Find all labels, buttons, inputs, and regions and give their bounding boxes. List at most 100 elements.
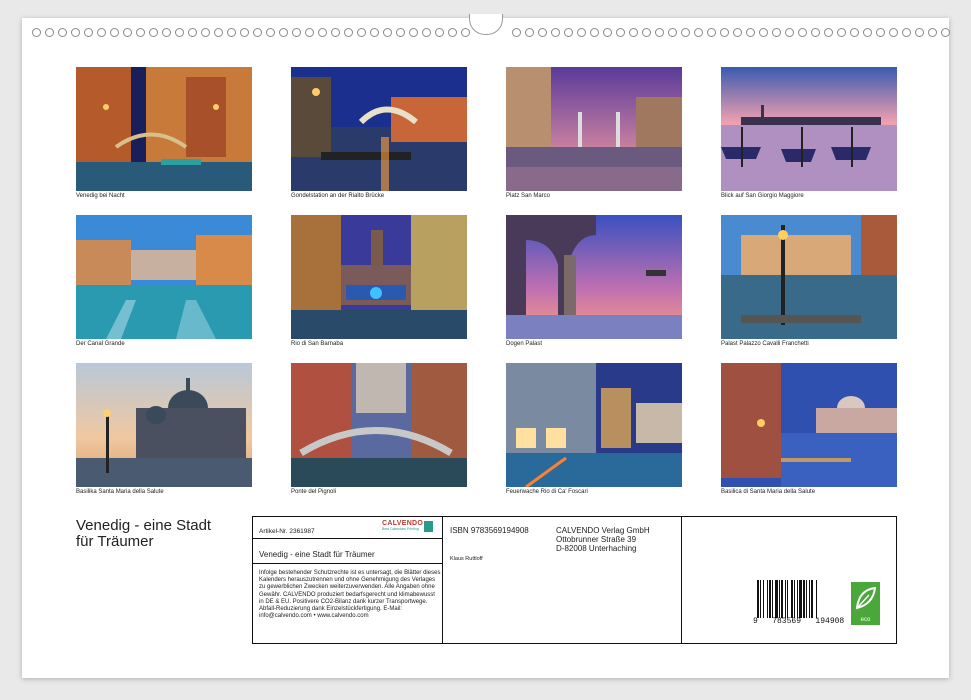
binding-hole <box>681 28 690 37</box>
binding-hole <box>785 28 794 37</box>
binding-hole <box>668 28 677 37</box>
binding-hole <box>84 28 93 37</box>
barcode-bar <box>797 580 798 618</box>
binding-hole <box>318 28 327 37</box>
binding-hole <box>383 28 392 37</box>
binding-hole <box>149 28 158 37</box>
binding-hole <box>824 28 833 37</box>
caption: Rio di San Barnaba <box>291 341 344 347</box>
barcode-bar <box>811 580 813 618</box>
binding-hole <box>538 28 547 37</box>
binding-hole <box>331 28 340 37</box>
binding-hole <box>707 28 716 37</box>
barcode-bar <box>779 580 780 618</box>
binding-hole <box>32 28 41 37</box>
calvendo-logo: CALVENDO Best Calendars Printing <box>382 520 433 532</box>
barcode-bar <box>781 580 783 618</box>
barcode-bar <box>760 580 761 618</box>
barcode-bar <box>803 580 805 618</box>
binding-hole <box>162 28 171 37</box>
barcode-bar <box>775 580 778 618</box>
binding-hole <box>928 28 937 37</box>
barcode-bar <box>787 580 788 618</box>
title-line-1: Venedig - eine Stadt <box>76 517 212 534</box>
caption: Gondelstation an der Rialto Brücke <box>291 193 385 199</box>
binding-hole <box>227 28 236 37</box>
binding-hole <box>97 28 106 37</box>
binding-hole <box>720 28 729 37</box>
binding-hole <box>396 28 405 37</box>
binding-hole <box>357 28 366 37</box>
binding-hole <box>863 28 872 37</box>
binding-hole <box>45 28 54 37</box>
binding-hole <box>279 28 288 37</box>
barcode-bar <box>772 580 773 618</box>
binding-hole <box>512 28 521 37</box>
photo-san-giorgio-maggiore <box>721 67 897 191</box>
caption: Blick auf San Giorgio Maggiore <box>721 193 804 199</box>
binding-hole <box>694 28 703 37</box>
binding-hole <box>435 28 444 37</box>
binding-hole <box>590 28 599 37</box>
binding-hole <box>629 28 638 37</box>
binding-hole <box>577 28 586 37</box>
brand-sub: Best Calendars Printing <box>382 527 419 531</box>
binding-hole <box>461 28 470 37</box>
binding-hole <box>292 28 301 37</box>
photo-feuerwache-ca-foscari <box>506 363 682 487</box>
photo-canal-grande <box>76 215 252 339</box>
barcode-bar <box>791 580 793 618</box>
caption: Palast Palazzo Cavalli Franchetti <box>721 341 809 347</box>
divider <box>252 538 442 539</box>
brand-name: CALVENDO <box>382 520 424 527</box>
binding-hole <box>58 28 67 37</box>
divider <box>252 563 442 564</box>
article-number: Artikel-Nr. 2361987 <box>259 528 315 535</box>
leaf-icon <box>855 586 877 610</box>
barcode-bar <box>816 580 817 618</box>
divider <box>442 516 443 643</box>
binding-hole <box>733 28 742 37</box>
binding-hole <box>175 28 184 37</box>
binding-hole <box>642 28 651 37</box>
photo-dogen-palast <box>506 215 682 339</box>
binding-hole <box>746 28 755 37</box>
barcode-bar <box>785 580 786 618</box>
photo-basilica-salute-canal <box>721 363 897 487</box>
barcode-bar <box>757 580 759 618</box>
binding-hole <box>603 28 612 37</box>
binding-hole <box>655 28 664 37</box>
barcode-bar <box>794 580 795 618</box>
binding-hole <box>772 28 781 37</box>
photo-ponte-del-pignoli <box>291 363 467 487</box>
binding-hole <box>564 28 573 37</box>
logo-mark-icon <box>424 521 433 532</box>
divider <box>681 516 682 643</box>
photo-palazzo-cavalli-franchetti <box>721 215 897 339</box>
binding-hole <box>240 28 249 37</box>
caption: Feuerwache Rio di Ca' Foscari <box>506 489 588 495</box>
binding-hole <box>889 28 898 37</box>
binding-hole <box>71 28 80 37</box>
calendar-title: Venedig - eine Stadt für Träumer <box>76 518 211 550</box>
barcode-bars <box>757 580 817 618</box>
binding-hole <box>616 28 625 37</box>
isbn: ISBN 9783569194908 <box>450 526 529 535</box>
binding-hole <box>798 28 807 37</box>
legal-text: Infolge bestehender Schutzrechte ist es … <box>259 570 441 620</box>
binding-hole <box>915 28 924 37</box>
binding-hole <box>876 28 885 37</box>
caption: Platz San Marco <box>506 193 551 199</box>
binding-hole <box>188 28 197 37</box>
barcode-bar <box>799 580 802 618</box>
binding-hole <box>837 28 846 37</box>
title-line-2: für Träumer <box>76 533 154 550</box>
binding-hole <box>941 28 950 37</box>
publisher-street: Ottobrunner Straße 39 <box>556 535 637 544</box>
binding-hole <box>344 28 353 37</box>
calendar-back-page: Venedig bei Nacht Gondelstation an der R… <box>22 14 950 678</box>
barcode-digits: 9 783569 194908 <box>753 617 845 626</box>
binding-hole <box>811 28 820 37</box>
caption: Basilica di Santa Maria della Salute <box>721 489 816 495</box>
binding-hole <box>902 28 911 37</box>
